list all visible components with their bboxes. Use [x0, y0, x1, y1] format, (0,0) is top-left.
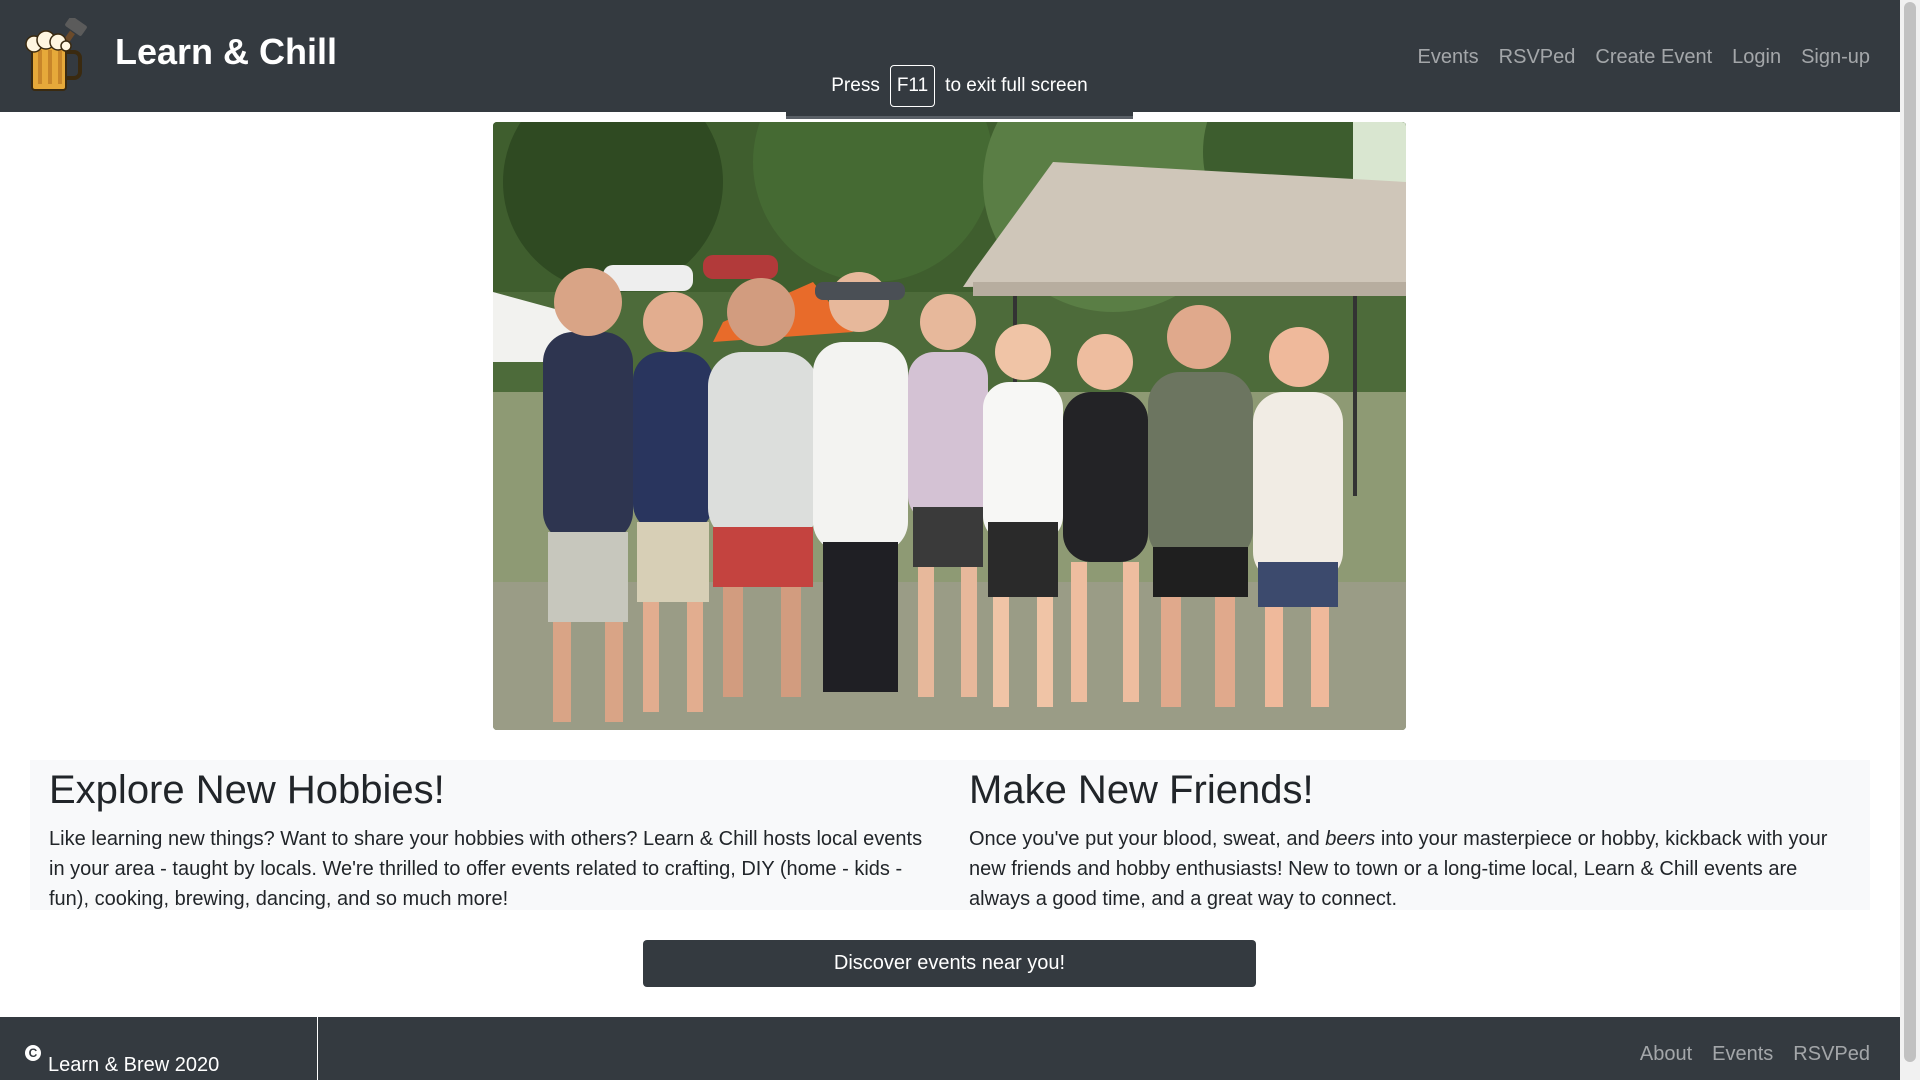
- page-scrollbar[interactable]: [1900, 0, 1920, 1080]
- toast-suffix: to exit full screen: [945, 74, 1088, 96]
- footer-events[interactable]: Events: [1712, 1039, 1773, 1069]
- beer-mug-icon[interactable]: [22, 18, 94, 96]
- feature-body-hobbies: Like learning new things? Want to share …: [49, 828, 923, 910]
- footer-rsvped[interactable]: RSVPed: [1793, 1039, 1870, 1069]
- nav-events[interactable]: Events: [1418, 42, 1479, 72]
- feature-explore-hobbies: Explore New Hobbies! Like learning new t…: [49, 760, 929, 914]
- discover-events-button[interactable]: Discover events near you!: [643, 940, 1256, 987]
- footer-nav: About Events RSVPed: [1640, 1039, 1870, 1069]
- feature-body-friends: Once you've put your blood, sweat, and b…: [969, 824, 1849, 914]
- friends-text-em: beers: [1325, 828, 1376, 850]
- footer: C Learn & Brew 2020 About Events RSVPed: [0, 1017, 1900, 1080]
- friends-text-before: Once you've put your blood, sweat, and: [969, 828, 1326, 850]
- feature-section: Explore New Hobbies! Like learning new t…: [30, 760, 1870, 910]
- fullscreen-exit-toast: Press F11 to exit full screen: [786, 55, 1133, 119]
- nav-signup[interactable]: Sign-up: [1801, 42, 1870, 72]
- nav-rsvped[interactable]: RSVPed: [1499, 42, 1576, 72]
- scrollbar-thumb[interactable]: [1904, 2, 1916, 1062]
- footer-copyright-block: C Learn & Brew 2020: [0, 1017, 318, 1080]
- footer-about[interactable]: About: [1640, 1039, 1692, 1069]
- feature-title-friends: Make New Friends!: [969, 768, 1314, 812]
- copyright-icon: C: [25, 1045, 41, 1061]
- f11-key: F11: [889, 64, 936, 107]
- nav-create-event[interactable]: Create Event: [1595, 42, 1712, 72]
- nav-login[interactable]: Login: [1732, 42, 1781, 72]
- brand-name[interactable]: Learn & Chill: [115, 30, 337, 74]
- toast-prefix: Press: [831, 74, 880, 96]
- feature-title-hobbies: Explore New Hobbies!: [49, 768, 445, 812]
- hero-group-photo: [493, 122, 1406, 730]
- feature-make-friends: Make New Friends! Once you've put your b…: [969, 760, 1849, 914]
- main-nav: Events RSVPed Create Event Login Sign-up: [1418, 42, 1870, 72]
- footer-copyright-text: Learn & Brew 2020: [48, 1054, 220, 1076]
